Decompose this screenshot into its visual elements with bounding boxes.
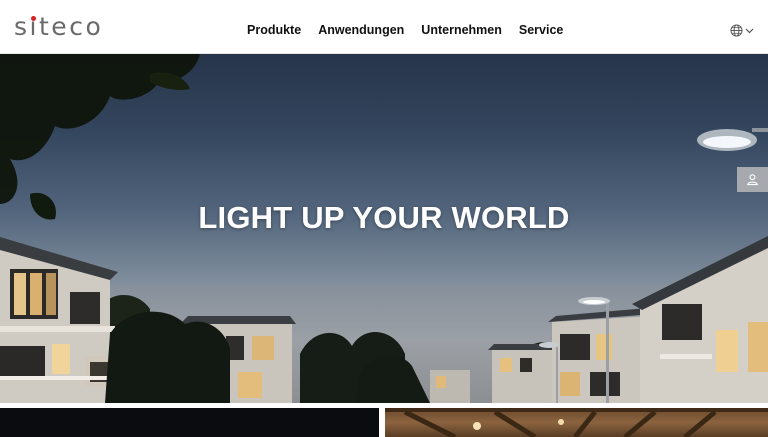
chevron-down-icon [745, 28, 754, 33]
wooden-ceiling-image [385, 408, 768, 437]
user-login-button[interactable] [737, 167, 768, 192]
logo-letter-i: ı [29, 12, 39, 41]
logo-letter-e: e [51, 12, 70, 41]
hero-title: LIGHT UP YOUR WORLD [198, 200, 570, 235]
page: s ı t e c o Produkte Anwendungen Unterne… [0, 0, 768, 437]
nav-item-anwendungen[interactable]: Anwendungen [318, 22, 404, 38]
logo-letter-t: t [38, 12, 52, 41]
site-header: s ı t e c o Produkte Anwendungen Unterne… [0, 0, 768, 54]
hero-banner: LIGHT UP YOUR WORLD [0, 54, 768, 403]
logo-letter-o: o [85, 12, 104, 41]
teaser-image-wooden-ceiling[interactable] [385, 408, 768, 437]
nav-item-unternehmen[interactable]: Unternehmen [421, 22, 502, 38]
nav-item-produkte[interactable]: Produkte [247, 22, 301, 38]
nav-item-service[interactable]: Service [519, 22, 563, 38]
globe-icon [730, 24, 743, 37]
main-navigation: Produkte Anwendungen Unternehmen Service [247, 22, 563, 38]
logo-letter-s: s [14, 12, 30, 41]
language-selector[interactable] [730, 24, 754, 37]
teaser-image-dark[interactable] [0, 408, 379, 437]
logo-letter-c: c [69, 12, 86, 41]
siteco-logo[interactable]: s ı t e c o [14, 13, 103, 41]
user-icon [746, 174, 759, 186]
